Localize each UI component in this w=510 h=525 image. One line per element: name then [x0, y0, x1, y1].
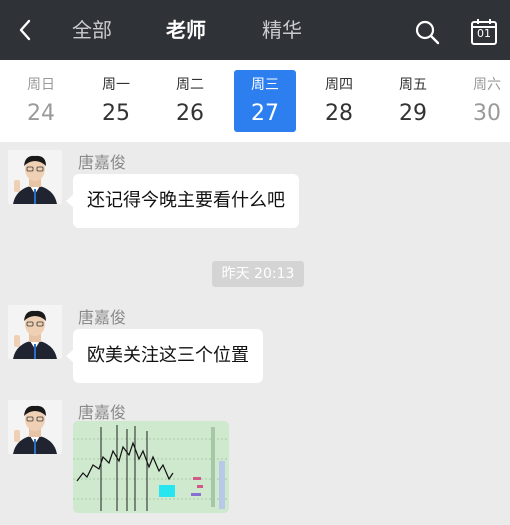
week-date-strip: 周日 24 周一 25 周二 26 周三 27 周四 28 周五 29 周六 3…	[0, 60, 510, 142]
weekday-label: 周四	[325, 77, 353, 93]
date-saturday[interactable]: 周六 30	[456, 70, 510, 132]
weekday-label: 周一	[102, 77, 130, 93]
avatar[interactable]	[8, 400, 62, 454]
weekday-label: 周六	[473, 77, 501, 93]
day-number: 25	[102, 101, 130, 126]
tab-featured[interactable]: 精华	[262, 16, 302, 44]
timestamp-divider: 昨天 20:13	[212, 261, 304, 287]
sender-name: 唐嘉俊	[78, 308, 127, 327]
teacher-avatar-icon	[8, 150, 62, 204]
message-bubble[interactable]: 欧美关注这三个位置	[66, 329, 263, 383]
sender-name: 唐嘉俊	[78, 403, 127, 422]
date-friday[interactable]: 周五 29	[382, 70, 444, 132]
avatar[interactable]	[8, 150, 62, 204]
weekday-label: 周二	[176, 77, 204, 93]
date-thursday[interactable]: 周四 28	[308, 70, 370, 132]
weekday-label: 周日	[27, 77, 55, 93]
date-tuesday[interactable]: 周二 26	[159, 70, 221, 132]
back-arrow-icon[interactable]	[14, 18, 38, 42]
day-number: 27	[251, 101, 279, 126]
day-number: 30	[473, 101, 501, 126]
date-sunday[interactable]: 周日 24	[10, 70, 72, 132]
chart-image-icon	[73, 421, 229, 513]
chart-image-thumbnail[interactable]	[73, 421, 229, 513]
sender-name: 唐嘉俊	[78, 153, 127, 172]
calendar-day-number: 01	[477, 27, 491, 40]
calendar-button[interactable]: 01	[470, 18, 498, 46]
day-number: 24	[27, 101, 55, 126]
weekday-label: 周五	[399, 77, 427, 93]
search-icon[interactable]	[414, 19, 440, 45]
day-number: 26	[176, 101, 204, 126]
tab-teacher[interactable]: 老师	[166, 16, 206, 44]
tab-all[interactable]: 全部	[72, 16, 112, 44]
date-wednesday-selected[interactable]: 周三 27	[234, 70, 296, 132]
day-number: 29	[399, 101, 427, 126]
weekday-label: 周三	[251, 77, 279, 93]
teacher-avatar-icon	[8, 400, 62, 454]
date-monday[interactable]: 周一 25	[85, 70, 147, 132]
day-number: 28	[325, 101, 353, 126]
avatar[interactable]	[8, 305, 62, 359]
message-bubble[interactable]: 还记得今晚主要看什么吧	[66, 174, 299, 228]
top-navigation-bar: 全部 老师 精华 01	[0, 0, 510, 60]
teacher-avatar-icon	[8, 305, 62, 359]
